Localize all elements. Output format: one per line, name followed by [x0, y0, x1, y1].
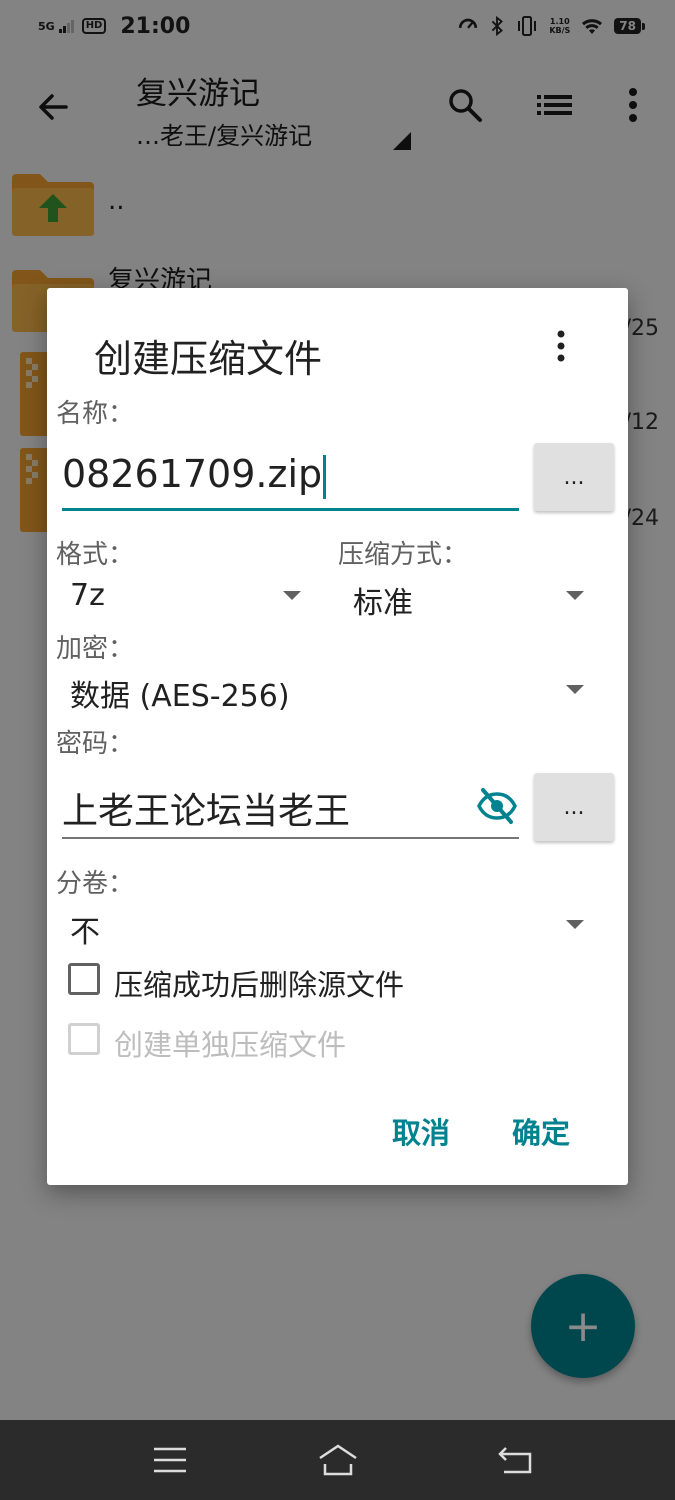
menu-icon[interactable] — [150, 1442, 190, 1478]
format-select[interactable]: 7z — [70, 578, 105, 613]
name-input-underline — [62, 508, 519, 511]
delete-source-label[interactable]: 压缩成功后删除源文件 — [114, 962, 404, 1004]
method-dropdown-icon[interactable] — [566, 591, 584, 600]
ok-button[interactable]: 确定 — [512, 1110, 570, 1152]
separate-archive-label: 创建单独压缩文件 — [114, 1028, 347, 1062]
split-label: 分卷： — [56, 869, 135, 899]
format-dropdown-icon[interactable] — [283, 591, 301, 600]
encrypt-dropdown-icon[interactable] — [566, 685, 584, 694]
password-label: 密码： — [56, 729, 135, 759]
visibility-off-icon[interactable] — [475, 784, 519, 828]
system-nav-bar — [0, 1420, 675, 1500]
dialog-title: 创建压缩文件 — [94, 337, 323, 381]
split-dropdown-icon[interactable] — [566, 920, 584, 929]
password-input[interactable]: 上老王论坛当老王 — [62, 782, 350, 834]
delete-source-checkbox[interactable] — [68, 963, 100, 995]
method-select[interactable]: 标准 — [353, 578, 413, 622]
split-select[interactable]: 不 — [70, 907, 100, 951]
encrypt-select[interactable]: 数据 (AES-256) — [70, 671, 290, 715]
create-archive-dialog: 创建压缩文件 名称： 08261709.zip ... 格式： 压缩方式： 7z… — [47, 288, 628, 1185]
home-icon[interactable] — [316, 1442, 360, 1478]
archive-name-input[interactable]: 08261709.zip — [62, 452, 327, 499]
password-options-button[interactable]: ... — [534, 773, 614, 841]
text-cursor — [323, 454, 327, 499]
encrypt-label: 加密： — [56, 634, 135, 664]
archive-name-value: 08261709.zip — [62, 452, 323, 496]
password-input-underline — [62, 837, 519, 839]
back-nav-icon[interactable] — [496, 1442, 536, 1478]
method-label: 压缩方式： — [338, 540, 469, 570]
name-label: 名称： — [56, 399, 135, 429]
format-label: 格式： — [56, 540, 135, 570]
more-vert-icon[interactable] — [547, 328, 575, 364]
cancel-button[interactable]: 取消 — [392, 1110, 450, 1152]
browse-path-button[interactable]: ... — [534, 443, 614, 511]
separate-archive-checkbox — [68, 1023, 100, 1055]
